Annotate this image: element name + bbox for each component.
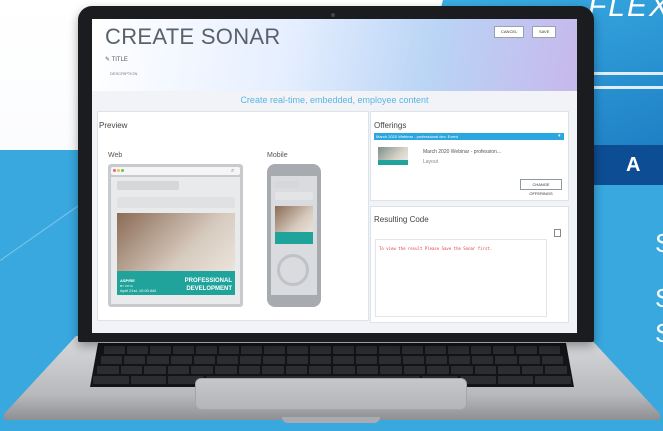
preview-heading: Preview — [99, 121, 128, 130]
side-letter: S — [655, 318, 663, 349]
resulting-code-heading: Resulting Code — [374, 215, 429, 224]
offerings-select[interactable]: March 2020 Webinar - professional dev. E… — [374, 133, 564, 140]
close-dot-icon — [113, 169, 116, 172]
code-message: To view the result Please Save the Sonar… — [379, 246, 493, 251]
side-letter: S — [655, 283, 663, 314]
page-title: CREATE SONAR — [105, 24, 281, 49]
offerings-heading: Offerings — [374, 121, 407, 130]
key-row — [101, 356, 564, 364]
mobile-preview[interactable] — [267, 164, 321, 307]
save-button[interactable]: SAVE — [532, 26, 557, 38]
laptop-foot — [282, 417, 380, 423]
promo-line2: DEVELOPMENT — [186, 286, 232, 292]
offering-type: Layout — [423, 159, 439, 165]
phone-screen — [271, 176, 317, 295]
offering-title[interactable]: March 2020 Webinar - profession... — [423, 149, 501, 155]
offering-thumbnail — [378, 147, 408, 165]
placeholder-bar — [275, 181, 299, 188]
title-field[interactable]: ✎ TITLE — [105, 56, 128, 63]
chevron-down-icon[interactable]: ▾ — [558, 133, 561, 140]
camera-icon — [331, 13, 335, 17]
key-row — [97, 366, 567, 374]
maximize-dot-icon — [121, 169, 124, 172]
mobile-label: Mobile — [267, 152, 288, 159]
description-field[interactable]: DESCRIPTION — [110, 71, 137, 76]
change-offerings-button[interactable]: CHANGE OFFERINGS — [520, 179, 562, 196]
placeholder-bar — [117, 181, 179, 190]
key-row — [104, 346, 561, 354]
pencil-icon: ✎ — [105, 57, 111, 63]
side-word: FLEX — [587, 0, 663, 23]
promo-line1: PROFESSIONAL — [184, 278, 232, 284]
browser-content: ASPIRE BY VOYA April 21st, 10:00 AM PROF… — [111, 177, 240, 304]
search-icon: ⌕ — [231, 168, 235, 174]
globe-icon — [277, 254, 309, 286]
phone-promo-image — [275, 206, 313, 244]
promo-date: April 21st, 10:00 AM — [120, 288, 156, 293]
placeholder-bar — [117, 197, 235, 208]
browser-toolbar: ⌕ — [111, 167, 240, 175]
minimize-dot-icon — [117, 169, 120, 172]
code-output[interactable]: To view the result Please Save the Sonar… — [375, 239, 547, 317]
tagline: Create real-time, embedded, employee con… — [240, 95, 429, 105]
title-field-label: TITLE — [111, 57, 128, 63]
thumbnail-band — [378, 160, 408, 165]
header-banner: CREATE SONAR ✎ TITLE DESCRIPTION CANCEL … — [92, 19, 577, 91]
promo-image: ASPIRE BY VOYA April 21st, 10:00 AM PROF… — [117, 213, 235, 295]
cancel-button[interactable]: CANCEL — [494, 26, 525, 38]
side-banner: A — [592, 145, 663, 185]
trackpad — [195, 378, 467, 410]
promo-band — [275, 232, 313, 244]
web-preview[interactable]: ⌕ ASPIRE BY VOYA April 21st, 10:00 AM PR… — [108, 164, 243, 307]
laptop-screen: CREATE SONAR ✎ TITLE DESCRIPTION CANCEL … — [92, 19, 577, 333]
promo-logo: ASPIRE — [120, 278, 135, 283]
side-letter: S — [655, 228, 663, 259]
web-label: Web — [108, 152, 123, 159]
copy-icon[interactable] — [554, 229, 561, 237]
placeholder-bar — [275, 192, 313, 200]
